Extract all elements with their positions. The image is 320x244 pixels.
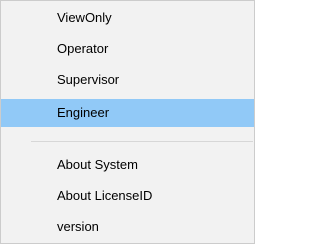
menu-item-operator[interactable]: Operator <box>1 37 254 61</box>
menu-item-viewonly[interactable]: ViewOnly <box>1 6 254 30</box>
menu-separator <box>31 141 253 142</box>
menu-item-about-licenseid[interactable]: About LicenseID <box>1 184 254 208</box>
menu-item-version[interactable]: version <box>1 215 254 239</box>
context-menu: ViewOnly Operator Supervisor Engineer Ab… <box>0 0 255 244</box>
menu-item-supervisor[interactable]: Supervisor <box>1 68 254 92</box>
menu-item-about-system[interactable]: About System <box>1 153 254 177</box>
menu-item-engineer[interactable]: Engineer <box>1 99 254 127</box>
